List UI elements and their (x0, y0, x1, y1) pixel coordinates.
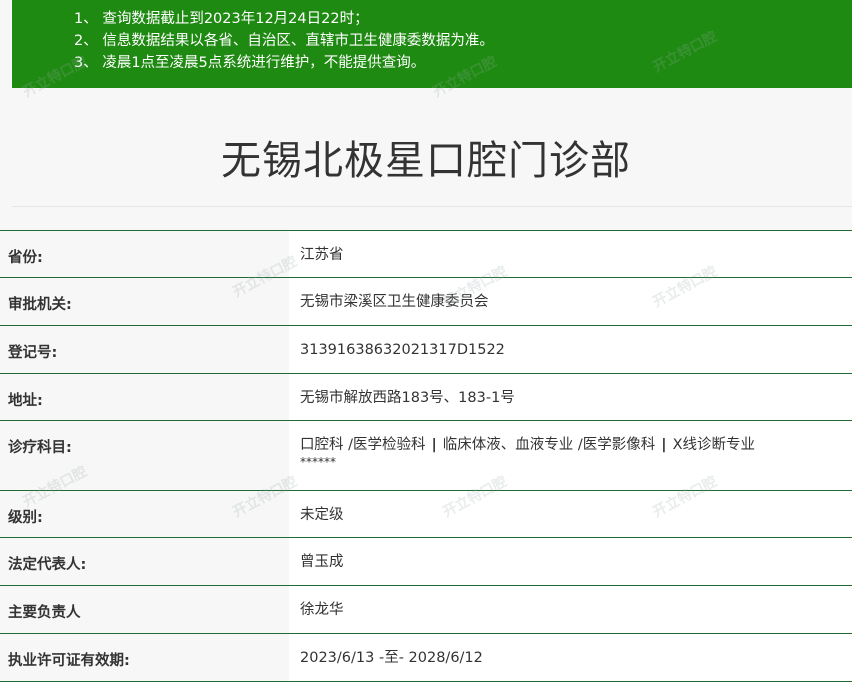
table-row-departments: 诊疗科目: 口腔科 /医学检验科 | 临床体液、血液专业 /医学影像科 | X线诊断专业… (0, 421, 852, 491)
title-divider (12, 206, 852, 207)
table-row-principal: 主要负责人 徐龙华 (0, 586, 852, 634)
department-item: 临床体液、血液专业 /医学影像科 (442, 437, 656, 453)
row-label: 级别: (0, 491, 289, 537)
table-row-license-validity: 执业许可证有效期: 2023/6/13 -至- 2028/6/12 (0, 634, 852, 682)
department-separator: | (431, 437, 437, 453)
table-row-legal-rep: 法定代表人: 曾玉成 (0, 538, 852, 586)
table-row-authority: 审批机关: 无锡市梁溪区卫生健康委员会 (0, 278, 852, 326)
masked-text: ****** (300, 455, 336, 469)
row-value: 无锡市解放西路183号、183-1号 (289, 374, 852, 420)
table-row-address: 地址: 无锡市解放西路183号、183-1号 (0, 374, 852, 421)
row-label: 省份: (0, 231, 289, 277)
department-separator: | (661, 437, 667, 453)
row-label: 地址: (0, 374, 289, 420)
row-value: 31391638632021317D1522 (289, 326, 852, 373)
row-value: 曾玉成 (289, 538, 852, 585)
row-label: 审批机关: (0, 278, 289, 325)
row-value: 江苏省 (289, 231, 852, 277)
notice-line-1: 1、 查询数据截止到2023年12月24日22时； (74, 11, 369, 27)
table-row-level: 级别: 未定级 (0, 491, 852, 538)
page-title: 无锡北极星口腔门诊部 (221, 138, 631, 184)
notice-line-3: 3、 凌晨1点至凌晨5点系统进行维护，不能提供查询。 (74, 55, 426, 71)
clinic-info-table: 省份: 江苏省 审批机关: 无锡市梁溪区卫生健康委员会 登记号: 3139163… (0, 230, 852, 682)
row-value: 未定级 (289, 491, 852, 537)
row-value: 口腔科 /医学检验科 | 临床体液、血液专业 /医学影像科 | X线诊断专业 *****… (289, 421, 852, 490)
row-label: 登记号: (0, 326, 289, 373)
notice-banner: 1、 查询数据截止到2023年12月24日22时； 2、 信息数据结果以各省、自… (12, 0, 852, 88)
notice-line-2: 2、 信息数据结果以各省、自治区、直辖市卫生健康委数据为准。 (74, 33, 494, 49)
department-item: 口腔科 /医学检验科 (300, 437, 426, 453)
row-value: 徐龙华 (289, 586, 852, 633)
row-label: 主要负责人 (0, 586, 289, 633)
table-row-registration: 登记号: 31391638632021317D1522 (0, 326, 852, 374)
row-value: 2023/6/13 -至- 2028/6/12 (289, 634, 852, 681)
department-item: X线诊断专业 (672, 437, 756, 453)
table-row-province: 省份: 江苏省 (0, 231, 852, 278)
row-value: 无锡市梁溪区卫生健康委员会 (289, 278, 852, 325)
row-label: 执业许可证有效期: (0, 634, 289, 681)
row-label: 诊疗科目: (0, 421, 289, 490)
row-label: 法定代表人: (0, 538, 289, 585)
